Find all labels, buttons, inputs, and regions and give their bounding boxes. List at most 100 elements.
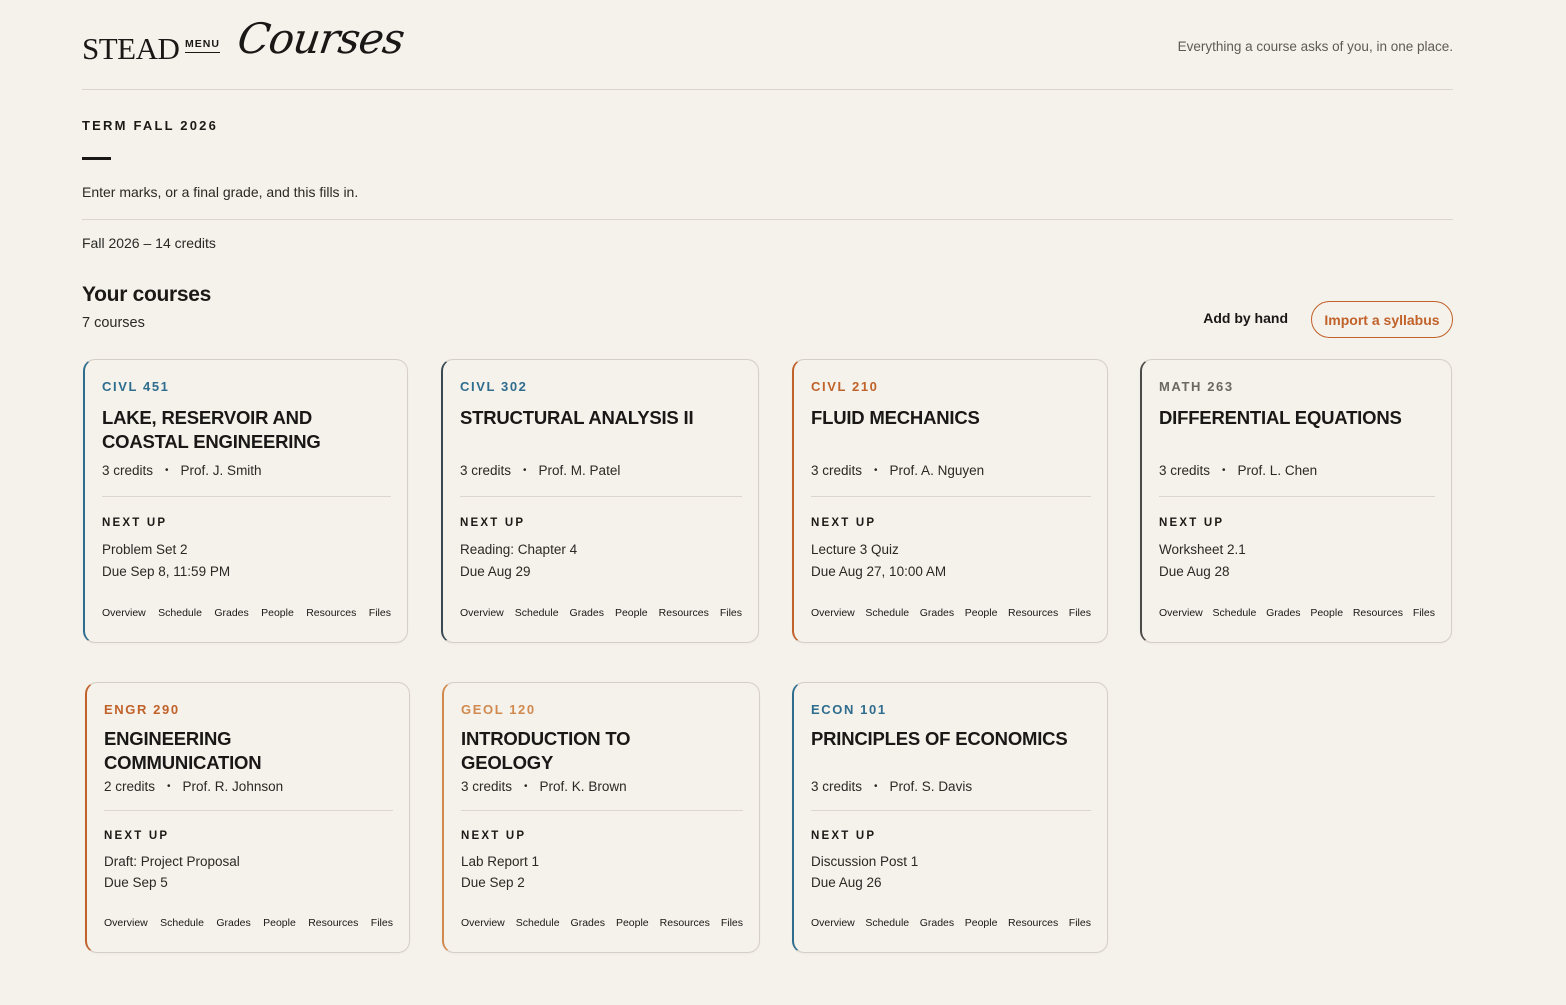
card-link-grades[interactable]: Grades [216, 917, 250, 929]
card-link-files[interactable]: Files [1069, 607, 1091, 619]
card-link-files[interactable]: Files [371, 917, 393, 929]
next-up-item[interactable]: Discussion Post 1 [811, 854, 918, 869]
card-link-grades[interactable]: Grades [214, 607, 248, 619]
card-nav-links: Overview Schedule Grades People Resources Fil… [1159, 607, 1435, 619]
card-link-files[interactable]: Files [1069, 917, 1091, 929]
card-link-overview[interactable]: Overview [460, 607, 504, 619]
card-link-schedule[interactable]: Schedule [516, 917, 560, 929]
menu-button[interactable]: MENU [185, 39, 220, 53]
card-link-overview[interactable]: Overview [1159, 607, 1203, 619]
card-link-resources[interactable]: Resources [1008, 607, 1058, 619]
next-up-label: NEXT UP [104, 830, 170, 842]
course-title[interactable]: DIFFERENTIAL EQUATIONS [1159, 406, 1419, 430]
course-professor: Prof. K. Brown [539, 779, 627, 794]
card-divider [811, 810, 1091, 811]
course-meta: 3 credits • Prof. K. Brown [461, 779, 627, 794]
courses-count: 7 courses [82, 315, 145, 331]
card-link-files[interactable]: Files [369, 607, 391, 619]
next-up-label: NEXT UP [461, 830, 527, 842]
card-link-grades[interactable]: Grades [571, 917, 605, 929]
card-divider [104, 810, 393, 811]
course-title[interactable]: PRINCIPLES OF ECONOMICS [811, 727, 1071, 751]
separator-dot: • [523, 465, 527, 476]
course-title[interactable]: LAKE, RESERVOIR AND COASTAL ENGINEERING [102, 406, 362, 454]
card-link-files[interactable]: Files [1413, 607, 1435, 619]
card-link-overview[interactable]: Overview [102, 607, 146, 619]
card-link-people[interactable]: People [261, 607, 294, 619]
separator-dot: • [874, 781, 878, 792]
card-link-resources[interactable]: Resources [659, 607, 709, 619]
card-nav-links: Overview Schedule Grades People Resources Fil… [811, 917, 1091, 929]
course-credits: 3 credits [811, 463, 863, 478]
course-card[interactable]: ENGR 290 ENGINEERING COMMUNICATION 2 cre… [85, 682, 410, 953]
course-card[interactable]: ECON 101 PRINCIPLES OF ECONOMICS 3 credi… [792, 682, 1108, 953]
card-link-schedule[interactable]: Schedule [865, 917, 909, 929]
add-by-hand-button[interactable]: Add by hand [1203, 310, 1288, 326]
card-link-schedule[interactable]: Schedule [158, 607, 202, 619]
page: STEAD MENU Courses Everything a course a… [82, 0, 1453, 338]
card-link-resources[interactable]: Resources [1008, 917, 1058, 929]
card-link-schedule[interactable]: Schedule [160, 917, 204, 929]
card-link-people[interactable]: People [263, 917, 296, 929]
course-credits: 2 credits [104, 779, 156, 794]
next-up-due-date: Due Aug 29 [460, 564, 531, 579]
course-meta: 2 credits • Prof. R. Johnson [104, 779, 283, 794]
card-link-people[interactable]: People [615, 607, 648, 619]
course-credits: 3 credits [461, 779, 513, 794]
card-link-overview[interactable]: Overview [104, 917, 148, 929]
course-meta: 3 credits • Prof. L. Chen [1159, 463, 1317, 478]
next-up-due-date: Due Aug 27, 10:00 AM [811, 564, 947, 579]
card-link-overview[interactable]: Overview [811, 607, 855, 619]
card-link-schedule[interactable]: Schedule [1213, 607, 1257, 619]
card-link-people[interactable]: People [965, 607, 998, 619]
course-code: ECON 101 [811, 702, 887, 717]
course-card[interactable]: CIVL 210 FLUID MECHANICS 3 credits • Pro… [792, 359, 1108, 643]
card-link-schedule[interactable]: Schedule [515, 607, 559, 619]
course-meta: 3 credits • Prof. M. Patel [460, 463, 620, 478]
card-link-overview[interactable]: Overview [811, 917, 855, 929]
term-summary: Fall 2026 – 14 credits [82, 235, 216, 251]
course-card[interactable]: CIVL 451 LAKE, RESERVOIR AND COASTAL ENG… [83, 359, 408, 643]
card-link-resources[interactable]: Resources [306, 607, 356, 619]
card-link-files[interactable]: Files [721, 917, 743, 929]
next-up-item[interactable]: Worksheet 2.1 [1159, 542, 1246, 557]
next-up-due-date: Due Sep 2 [461, 875, 525, 890]
card-link-resources[interactable]: Resources [1353, 607, 1403, 619]
card-link-resources[interactable]: Resources [660, 917, 710, 929]
logo[interactable]: STEAD [82, 33, 180, 64]
course-title[interactable]: FLUID MECHANICS [811, 406, 1071, 430]
separator-dot: • [524, 781, 528, 792]
course-card[interactable]: CIVL 302 STRUCTURAL ANALYSIS II 3 credit… [441, 359, 759, 643]
card-link-files[interactable]: Files [720, 607, 742, 619]
course-card[interactable]: GEOL 120 INTRODUCTION TO GEOLOGY 3 credi… [442, 682, 760, 953]
next-up-item[interactable]: Reading: Chapter 4 [460, 542, 577, 557]
card-divider [811, 496, 1091, 497]
card-link-grades[interactable]: Grades [920, 917, 954, 929]
course-meta: 3 credits • Prof. A. Nguyen [811, 463, 984, 478]
card-link-grades[interactable]: Grades [570, 607, 604, 619]
import-syllabus-button[interactable]: Import a syllabus [1311, 301, 1453, 338]
card-link-resources[interactable]: Resources [308, 917, 358, 929]
card-link-people[interactable]: People [965, 917, 998, 929]
card-link-grades[interactable]: Grades [1266, 607, 1300, 619]
card-link-overview[interactable]: Overview [461, 917, 505, 929]
course-title[interactable]: STRUCTURAL ANALYSIS II [460, 406, 720, 430]
next-up-item[interactable]: Lab Report 1 [461, 854, 539, 869]
next-up-item[interactable]: Lecture 3 Quiz [811, 542, 899, 557]
course-title[interactable]: ENGINEERING COMMUNICATION [104, 727, 364, 775]
card-link-grades[interactable]: Grades [920, 607, 954, 619]
term-divider-accent [82, 157, 111, 160]
course-title[interactable]: INTRODUCTION TO GEOLOGY [461, 727, 721, 775]
card-link-people[interactable]: People [1310, 607, 1343, 619]
course-credits: 3 credits [1159, 463, 1211, 478]
course-card[interactable]: MATH 263 DIFFERENTIAL EQUATIONS 3 credit… [1140, 359, 1452, 643]
next-up-item[interactable]: Problem Set 2 [102, 542, 188, 557]
course-meta: 3 credits • Prof. S. Davis [811, 779, 972, 794]
card-nav-links: Overview Schedule Grades People Resources Fil… [461, 917, 743, 929]
next-up-item[interactable]: Draft: Project Proposal [104, 854, 240, 869]
card-link-schedule[interactable]: Schedule [865, 607, 909, 619]
course-code: CIVL 451 [102, 379, 170, 394]
card-link-people[interactable]: People [616, 917, 649, 929]
header: STEAD MENU Courses Everything a course a… [82, 0, 1453, 90]
course-credits: 3 credits [102, 463, 154, 478]
